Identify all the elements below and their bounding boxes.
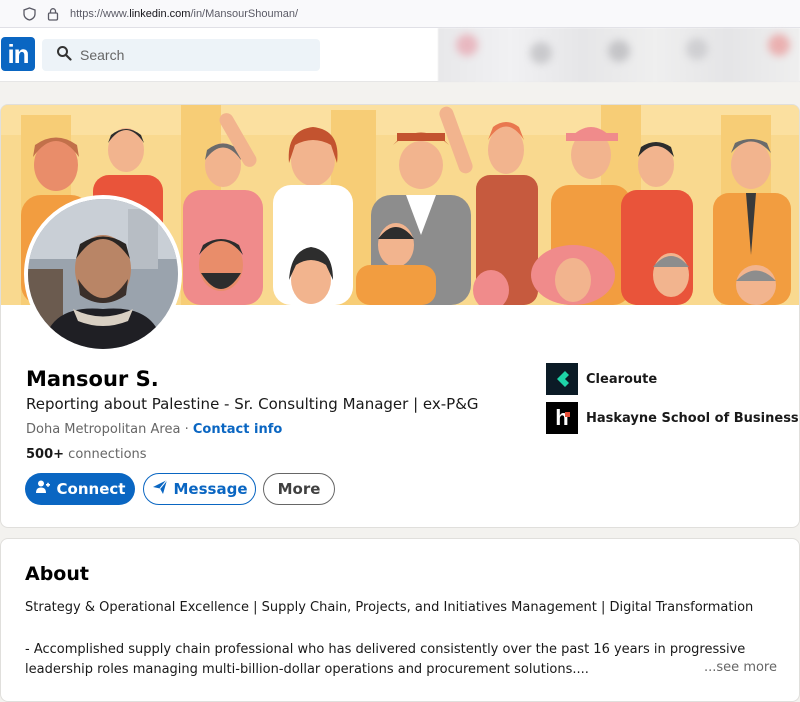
message-button[interactable]: Message: [143, 473, 256, 505]
org-haskayne[interactable]: h Haskayne School of Business: [546, 402, 799, 434]
haskayne-logo: h: [546, 402, 578, 434]
connect-button[interactable]: Connect: [25, 473, 135, 505]
linkedin-logo[interactable]: in: [1, 37, 35, 71]
location-separator: ·: [184, 422, 189, 437]
haskayne-logo-accent: [565, 412, 570, 417]
search-icon: [56, 45, 72, 65]
add-person-icon: [35, 479, 51, 499]
connections-count: 500+ connections: [26, 447, 147, 462]
about-title: About: [25, 563, 89, 585]
more-button[interactable]: More: [263, 473, 335, 505]
url-text[interactable]: https://www.linkedin.com/in/MansourShoum…: [70, 8, 298, 20]
lock-icon[interactable]: [46, 7, 60, 21]
org-name: Haskayne School of Business: [586, 410, 799, 426]
url-domain: linkedin.com: [129, 7, 191, 20]
blurred-nav-icon: [768, 34, 790, 56]
profile-name: Mansour S.: [26, 367, 159, 391]
send-icon: [152, 479, 168, 499]
org-name: Clearoute: [586, 371, 658, 387]
url-prefix: https://www.: [70, 7, 130, 20]
search-bar[interactable]: [42, 39, 320, 71]
blurred-nav-icon: [686, 38, 708, 60]
profile-headline: Reporting about Palestine - Sr. Consulti…: [26, 395, 479, 413]
browser-address-bar[interactable]: https://www.linkedin.com/in/MansourShoum…: [0, 0, 800, 28]
blurred-nav-area: [438, 28, 800, 82]
about-summary: Strategy & Operational Excellence | Supp…: [25, 600, 754, 615]
see-more-link[interactable]: ...see more: [704, 660, 777, 675]
profile-photo-image: [28, 199, 178, 349]
more-label: More: [277, 480, 321, 498]
about-description: - Accomplished supply chain professional…: [25, 642, 746, 677]
org-clearoute[interactable]: Clearoute: [546, 363, 657, 395]
contact-info-link[interactable]: Contact info: [193, 422, 282, 437]
shield-icon[interactable]: [22, 6, 36, 21]
blurred-nav-icon: [608, 40, 630, 62]
blurred-nav-icon: [456, 34, 478, 56]
about-card: About Strategy & Operational Excellence …: [0, 538, 800, 702]
linkedin-header: in: [0, 28, 800, 82]
clearoute-logo: [546, 363, 578, 395]
profile-card: Mansour S. Reporting about Palestine - S…: [0, 104, 800, 528]
blurred-nav-icon: [530, 42, 552, 64]
profile-location: Doha Metropolitan Area · Contact info: [26, 422, 282, 437]
search-input[interactable]: [80, 47, 300, 63]
connections-number: 500+: [26, 447, 65, 462]
connect-label: Connect: [56, 480, 126, 498]
location-text: Doha Metropolitan Area: [26, 422, 181, 437]
message-label: Message: [173, 480, 248, 498]
profile-photo[interactable]: [24, 195, 182, 353]
url-path: /in/MansourShouman/: [190, 7, 299, 20]
connections-label: connections: [68, 447, 147, 462]
haskayne-logo-letter: h: [555, 405, 569, 430]
